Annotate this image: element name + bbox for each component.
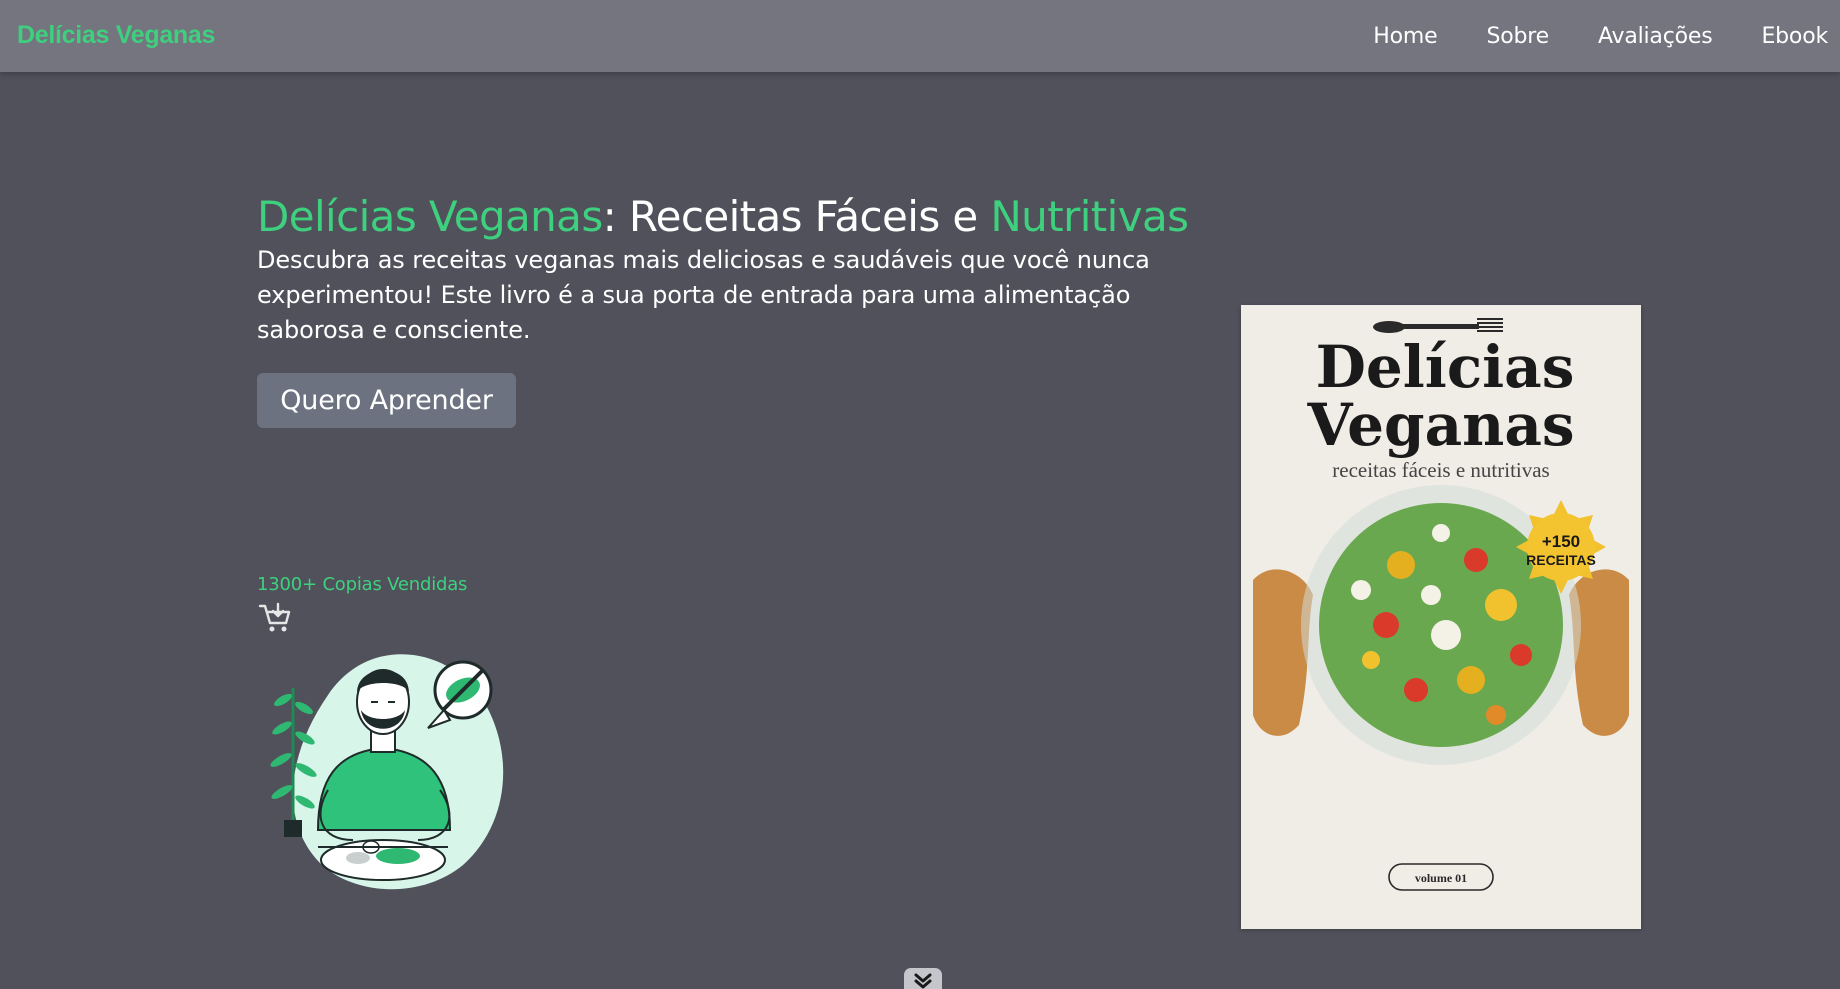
sales-counter: 1300+ Copias Vendidas (257, 574, 467, 595)
ebook-cover: Delícias Veganas receitas fáceis e nutri… (1241, 305, 1641, 929)
hero-title-highlight-end: Nutritivas (990, 192, 1189, 241)
navbar: Delícias Veganas Home Sobre Avaliações E… (0, 0, 1840, 72)
hero-title-highlight: Delícias Veganas (257, 192, 603, 241)
nav-sobre[interactable]: Sobre (1486, 24, 1549, 49)
nav-links: Home Sobre Avaliações Ebook (1324, 0, 1828, 72)
sales-label: Copias Vendidas (322, 574, 468, 595)
nav-home[interactable]: Home (1373, 24, 1437, 49)
man-eating-illustration (258, 640, 513, 895)
cart-plus-icon (258, 602, 292, 634)
hero-title: Delícias Veganas: Receitas Fáceis e Nutr… (257, 192, 1189, 241)
sales-count: 1300+ (257, 574, 317, 595)
brand-logo[interactable]: Delícias Veganas (17, 21, 215, 50)
nav-ebook[interactable]: Ebook (1761, 24, 1828, 49)
cover-subtitle: receitas fáceis e nutritivas (1332, 458, 1549, 482)
hero-description: Descubra as receitas veganas mais delici… (257, 246, 1150, 344)
hero-title-middle: : Receitas Fáceis e (602, 192, 991, 241)
cover-title-line2: Veganas (1306, 391, 1574, 459)
badge-count: +150 (1542, 532, 1580, 551)
chevron-double-down-icon[interactable] (904, 968, 942, 989)
badge-label: RECEITAS (1526, 552, 1596, 568)
cta-button[interactable]: Quero Aprender (257, 373, 516, 428)
nav-avaliacoes[interactable]: Avaliações (1598, 24, 1713, 49)
cover-volume: volume 01 (1415, 871, 1467, 885)
